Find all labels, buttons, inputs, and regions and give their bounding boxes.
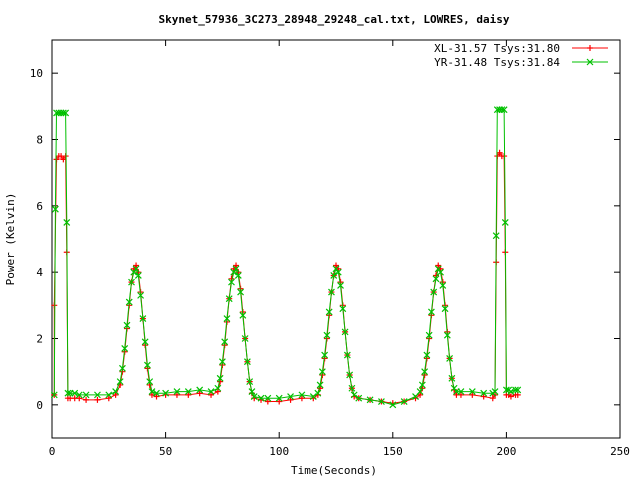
series-0-point-legend xyxy=(587,45,593,51)
series-0-point-58 xyxy=(298,395,305,402)
series-0-point-102 xyxy=(480,393,487,400)
x-tick-label-3: 150 xyxy=(383,445,403,458)
series-0-point-56 xyxy=(276,398,283,405)
series-0-point-35 xyxy=(196,390,203,397)
x-tick-label-4: 200 xyxy=(496,445,516,458)
series-0-point-34 xyxy=(185,391,192,398)
legend-label-0: XL-31.57 Tsys:31.80 xyxy=(434,42,560,55)
chart-title: Skynet_57936_3C273_28948_29248_cal.txt, … xyxy=(159,13,510,26)
y-axis-label: Power (Kelvin) xyxy=(4,193,17,286)
x-tick-label-0: 0 xyxy=(49,445,56,458)
series-0-point-100 xyxy=(457,391,464,398)
y-tick-label-5: 10 xyxy=(30,67,43,80)
series-0-point-101 xyxy=(469,391,476,398)
legend-label-1: YR-31.48 Tsys:31.84 xyxy=(434,56,560,69)
series-0-point-57 xyxy=(287,396,294,403)
axis-ticks: 0 50 100 150 200 250 0 2 4 6 8 10 xyxy=(30,40,630,458)
y-tick-label-0: 0 xyxy=(36,399,43,412)
series-layer xyxy=(50,106,522,409)
series-1 xyxy=(50,106,522,409)
series-0-point-36 xyxy=(208,391,215,398)
plot-frame xyxy=(51,39,621,439)
y-tick-label-4: 8 xyxy=(36,134,43,147)
series-0-point-14 xyxy=(105,395,112,402)
chart: Skynet_57936_3C273_28948_29248_cal.txt, … xyxy=(4,13,630,477)
series-0-point-55 xyxy=(264,398,271,405)
legend: XL-31.57 Tsys:31.80YR-31.48 Tsys:31.84 xyxy=(434,42,608,69)
y-tick-label-3: 6 xyxy=(36,200,43,213)
x-tick-label-1: 50 xyxy=(159,445,172,458)
series-0-line xyxy=(53,151,518,404)
y-tick-label-2: 4 xyxy=(36,266,43,279)
x-tick-label-2: 100 xyxy=(269,445,289,458)
y-tick-label-1: 2 xyxy=(36,333,43,346)
x-tick-label-5: 250 xyxy=(610,445,630,458)
series-0-point-33 xyxy=(173,391,180,398)
x-axis-label: Time(Seconds) xyxy=(291,464,377,477)
